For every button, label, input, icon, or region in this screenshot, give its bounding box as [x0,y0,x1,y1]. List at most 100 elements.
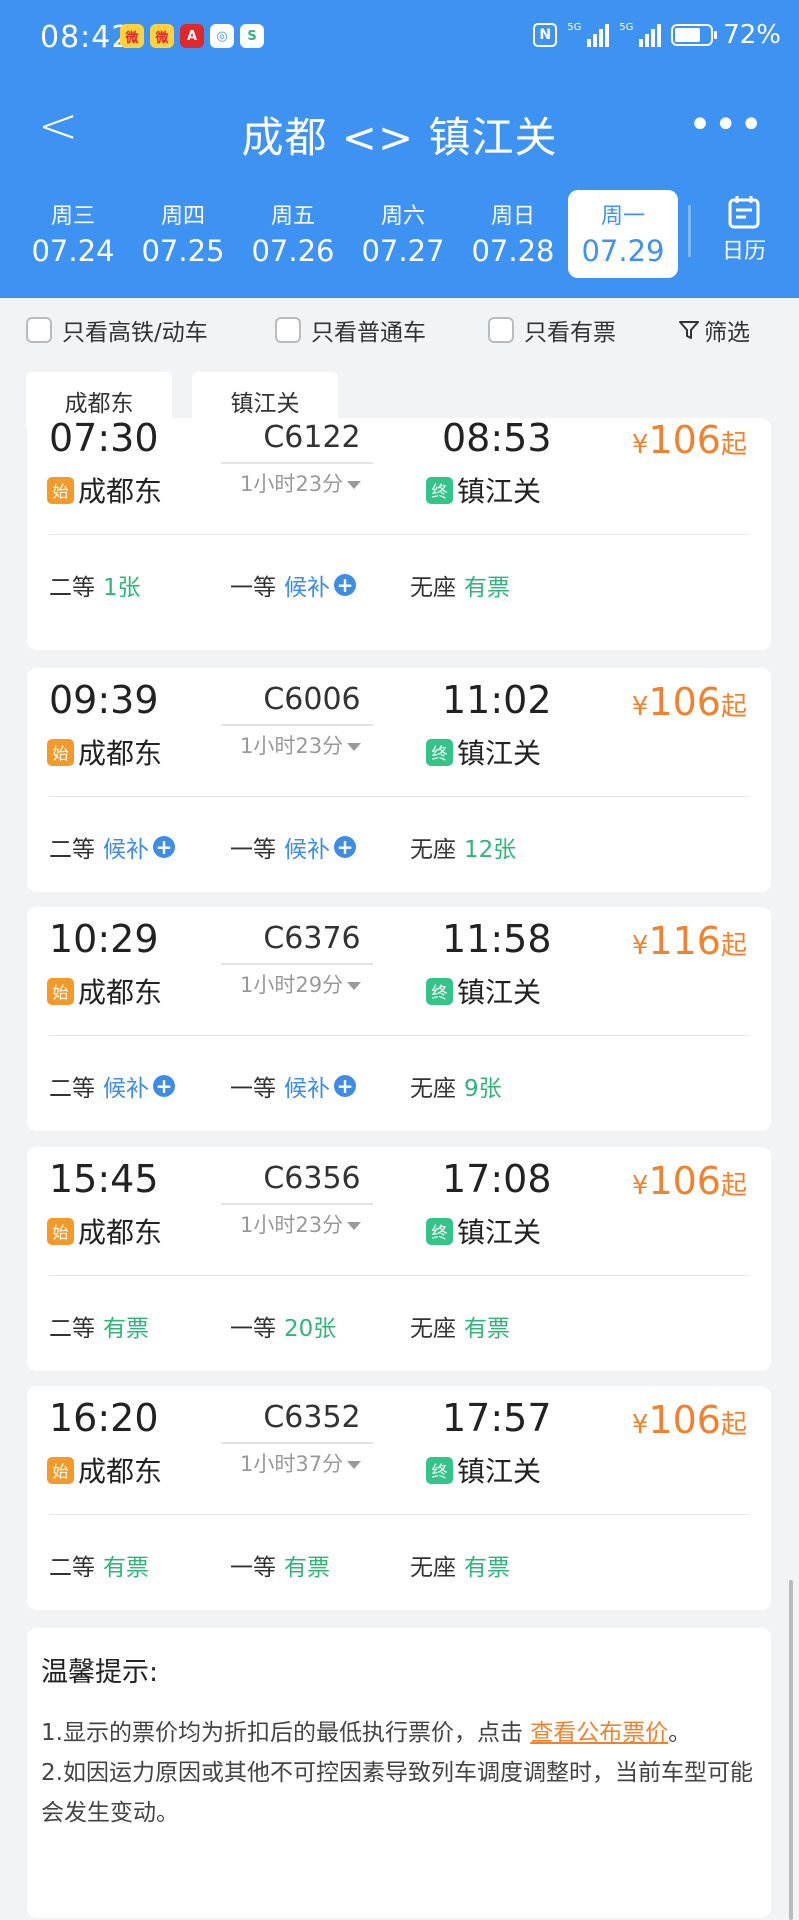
status-time: 08:42 [40,20,132,55]
train-card[interactable]: 16:20 C6352 1小时37分 17:57 始成都东 终镇江关 ¥106起 二等 有票 一等… [27,1386,771,1610]
duration-line [221,724,373,726]
add-waitlist-icon[interactable]: + [153,836,175,858]
filter-high-speed[interactable]: 只看高铁/动车 [26,310,208,350]
header-area: 08:42 微 微 A ◎ S N 5G 5G 72% < 成都 <> 镇江关 … [0,0,799,298]
checkbox[interactable] [488,317,514,343]
train-card[interactable]: 07:30 C6122 1小时23分 08:53 始成都东 终镇江关 ¥106起 二等 1张 一等… [27,416,771,650]
date-selector: 周三 07.24 周四 07.25 周五 07.26 周六 07.27 周日 07.28 … [18,190,678,278]
origin-station: 始成都东 [47,732,162,772]
seat-1[interactable]: 一等 候补 + [230,830,356,864]
seat-0[interactable]: 二等 候补 + [49,1069,175,1103]
duration[interactable]: 1小时23分 [232,468,382,498]
add-waitlist-icon[interactable]: + [153,1075,175,1097]
terminal-station: 终镇江关 [426,1211,541,1251]
add-waitlist-icon[interactable]: + [334,836,356,858]
tips-line-2: 2.如因运力原因或其他不可控因素导致列车调度调整时，当前车型可能会发生变动。 [41,1760,753,1826]
seat-0[interactable]: 二等 候补 + [49,830,175,864]
view-price-link[interactable]: 查看公布票价 [530,1720,668,1746]
seat-2[interactable]: 无座 12张 [410,830,516,864]
title-bar: < 成都 <> 镇江关 ••• [0,90,799,170]
filter-button[interactable]: 筛选 [678,310,750,350]
duration[interactable]: 1小时37分 [232,1448,382,1478]
price: ¥106起 [631,680,747,724]
terminal-station: 终镇江关 [426,732,541,772]
chevron-down-icon [347,982,362,990]
seat-2[interactable]: 无座 有票 [410,1309,510,1343]
calendar-button[interactable]: 日历 [700,195,788,275]
arrival-time: 11:58 [442,917,552,961]
seat-availability: 候补 [103,1076,149,1102]
card-divider [49,534,749,535]
seat-0[interactable]: 二等 有票 [49,1548,149,1582]
terminal-station: 终镇江关 [426,470,541,510]
seat-availability: 候补 [284,837,330,863]
checkbox[interactable] [26,317,52,343]
date-tab-0729-selected[interactable]: 周一 07.29 [568,190,678,278]
duration[interactable]: 1小时23分 [232,1209,382,1239]
seat-1[interactable]: 一等 候补 + [230,568,356,602]
seat-availability: 有票 [464,1316,510,1342]
app-icon: S [240,24,264,48]
nfc-icon: N [533,23,558,47]
train-card[interactable]: 10:29 C6376 1小时29分 11:58 始成都东 终镇江关 ¥116起 二等 候补 + 一… [27,907,771,1131]
seat-2[interactable]: 无座 有票 [410,1548,510,1582]
train-number: C6352 [263,1400,361,1435]
seat-0[interactable]: 二等 有票 [49,1309,149,1343]
system-icons: N 5G 5G 72% [533,20,781,50]
card-divider [49,1035,749,1036]
divider [688,205,691,257]
train-number: C6122 [263,420,361,455]
date-tab-0725[interactable]: 周四 07.25 [128,190,238,278]
notification-icons: 微 微 A ◎ S [120,24,264,48]
date-tab-0726[interactable]: 周五 07.26 [238,190,348,278]
chevron-down-icon [347,743,362,751]
terminal-station: 终镇江关 [426,1450,541,1490]
battery-percent: 72% [723,20,781,50]
scrollbar[interactable] [789,1580,793,1920]
chevron-down-icon [347,1461,362,1469]
date-tab-0724[interactable]: 周三 07.24 [18,190,128,278]
seat-1[interactable]: 一等 有票 [230,1548,330,1582]
seat-availability: 20张 [284,1316,337,1342]
train-number: C6376 [263,921,361,956]
departure-time: 10:29 [49,917,159,961]
origin-badge: 始 [47,1456,74,1484]
page-title: 成都 <> 镇江关 [241,113,558,162]
duration[interactable]: 1小时23分 [232,730,382,760]
funnel-icon [679,321,699,339]
origin-badge: 始 [47,1217,74,1245]
seat-1[interactable]: 一等 20张 [230,1309,336,1343]
seat-availability: 有票 [103,1316,149,1342]
train-number: C6006 [263,682,361,717]
tips-panel: 温馨提示: 1.显示的票价均为折扣后的最低执行票价，点击 查看公布票价。 2.如… [27,1628,771,1918]
status-bar: 08:42 微 微 A ◎ S N 5G 5G 72% [0,0,799,78]
seat-2[interactable]: 无座 9张 [410,1069,502,1103]
price: ¥106起 [631,418,747,462]
seat-availability: 候补 [284,1076,330,1102]
add-waitlist-icon[interactable]: + [334,1075,356,1097]
arrival-time: 11:02 [442,678,552,722]
duration[interactable]: 1小时29分 [232,969,382,999]
date-tab-0728[interactable]: 周日 07.28 [458,190,568,278]
tips-line-1: 1.显示的票价均为折扣后的最低执行票价，点击 查看公布票价。 [41,1720,692,1746]
calendar-icon [728,196,760,229]
checkbox[interactable] [275,317,301,343]
filter-normal-train[interactable]: 只看普通车 [275,310,426,350]
train-card[interactable]: 09:39 C6006 1小时23分 11:02 始成都东 终镇江关 ¥106起 二等 候补 + 一… [27,668,771,892]
more-menu-button[interactable]: ••• [688,105,765,145]
departure-time: 07:30 [49,416,159,460]
filter-available[interactable]: 只看有票 [488,310,616,350]
seat-availability: 9张 [464,1076,502,1102]
seat-1[interactable]: 一等 候补 + [230,1069,356,1103]
add-waitlist-icon[interactable]: + [334,574,356,596]
seat-2[interactable]: 无座 有票 [410,568,510,602]
train-card[interactable]: 15:45 C6356 1小时23分 17:08 始成都东 终镇江关 ¥106起 二等 有票 一等… [27,1147,771,1371]
seat-0[interactable]: 二等 1张 [49,568,141,602]
seat-availability: 12张 [464,837,517,863]
date-tab-0727[interactable]: 周六 07.27 [348,190,458,278]
origin-station: 始成都东 [47,971,162,1011]
weibo-icon: 微 [120,24,144,48]
seat-availability: 有票 [284,1555,330,1581]
terminal-badge: 终 [426,1217,453,1245]
price: ¥106起 [631,1398,747,1442]
